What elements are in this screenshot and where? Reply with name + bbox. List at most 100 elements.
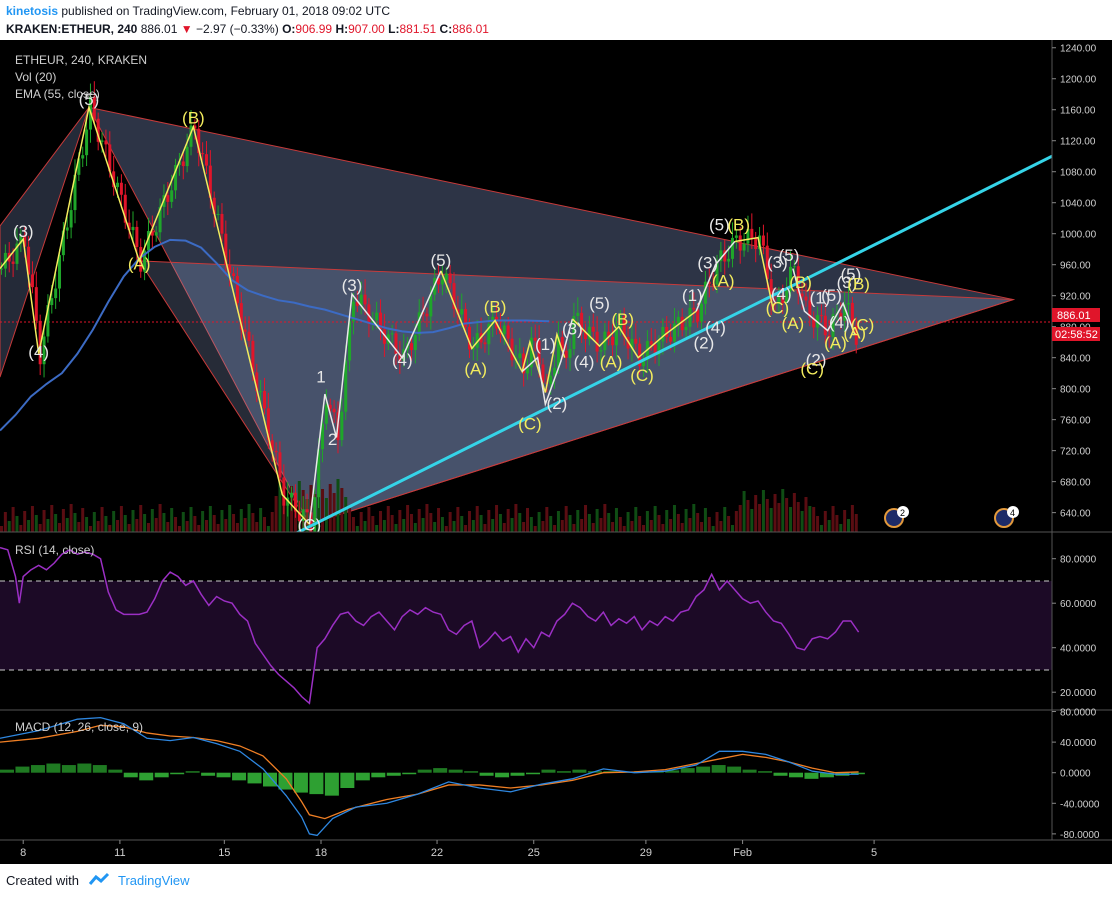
volume-bar: [146, 523, 150, 532]
volume-bar: [831, 506, 835, 532]
candle-body: [282, 477, 286, 506]
volume-bar: [738, 505, 742, 532]
wave-label: (B): [484, 298, 507, 317]
volume-bar: [502, 523, 506, 532]
time-tick-label: Feb: [733, 847, 752, 859]
volume-bar: [92, 512, 96, 532]
candle-body: [247, 331, 251, 341]
macd-histogram-bar: [727, 766, 742, 773]
footer: Created with TradingView: [0, 864, 1112, 897]
wave-label: (A): [712, 271, 735, 290]
macd-histogram-bar: [139, 772, 154, 781]
symbol-title: KRAKEN:ETHEUR, 240: [6, 22, 138, 36]
macd-tick-label: -80.0000: [1060, 830, 1100, 841]
volume-bar: [19, 525, 23, 532]
candle-body: [54, 288, 58, 299]
macd-histogram-bar: [170, 772, 185, 775]
candle-body: [332, 408, 336, 413]
close-label: C:: [439, 22, 453, 36]
volume-bar: [665, 510, 669, 532]
volume-bar: [112, 511, 116, 532]
candle-body: [185, 146, 189, 167]
tradingview-link[interactable]: TradingView: [118, 873, 190, 888]
volume-bar: [607, 513, 611, 532]
wave-label: (A): [128, 254, 151, 273]
price-tick-label: 1120.00: [1060, 137, 1096, 148]
macd-histogram-bar: [15, 766, 30, 773]
volume-bar: [526, 508, 529, 532]
author-link[interactable]: kinetosis: [6, 4, 58, 18]
volume-bar: [634, 507, 638, 532]
volume-bar: [491, 519, 495, 532]
volume-bar: [642, 525, 646, 532]
candle-body: [444, 273, 448, 280]
volume-bar: [769, 508, 773, 532]
candle-body: [738, 235, 742, 251]
candle-body: [576, 312, 580, 317]
volume-bar: [456, 507, 460, 532]
volume-bar: [727, 516, 731, 532]
volume-bar: [143, 514, 147, 532]
price-tick-label: 920.00: [1060, 292, 1091, 303]
symbol-quote-line: KRAKEN:ETHEUR, 240 886.01 ▼ −2.97 (−0.33…: [6, 22, 489, 36]
volume-legend: Vol (20): [15, 70, 56, 84]
macd-histogram-bar: [386, 772, 401, 776]
candle-body: [181, 161, 185, 167]
volume-bar: [847, 519, 851, 532]
volume-bar: [77, 522, 81, 532]
volume-bar: [754, 495, 758, 532]
candle-body: [259, 390, 263, 392]
candle-body: [754, 238, 758, 250]
chart-canvas[interactable]: (3) (4) (5) (A) (B) (C) 1 2 (3) (4) (5) (A) (B) (1) (2…: [0, 40, 1112, 864]
candle-body: [518, 353, 522, 359]
volume-bar: [572, 524, 576, 532]
macd-histogram-bar: [526, 772, 540, 775]
candle-body: [390, 333, 394, 335]
volume-bar: [263, 517, 266, 532]
macd-histogram-bar: [278, 772, 293, 790]
candle-body: [34, 287, 38, 321]
candle-body: [676, 316, 680, 324]
macd-histogram-bar: [572, 769, 587, 773]
macd-histogram-bar: [433, 768, 448, 773]
volume-bar: [568, 515, 572, 532]
volume-bar: [603, 504, 607, 532]
candle-body: [50, 298, 54, 306]
macd-histogram-bar: [123, 772, 138, 778]
price-tick-label: 960.00: [1060, 261, 1091, 272]
volume-bar: [564, 506, 568, 532]
candle-body: [692, 307, 696, 310]
price-tick-label: 1200.00: [1060, 75, 1097, 86]
wave-label: (3): [562, 319, 583, 338]
volume-bar: [765, 499, 769, 532]
volume-bar: [406, 505, 410, 532]
volume-bar: [533, 526, 537, 532]
volume-bar: [580, 519, 584, 532]
volume-bar: [711, 526, 715, 532]
time-tick-label: 18: [315, 847, 327, 859]
candle-body: [684, 326, 688, 331]
publication-header: kinetosis published on TradingView.com, …: [0, 0, 1112, 40]
volume-bar: [792, 493, 796, 532]
volume-bar: [274, 496, 278, 532]
candle-body: [750, 228, 754, 239]
created-with-text: Created with: [6, 873, 79, 888]
volume-bar: [88, 526, 92, 532]
volume-bar: [61, 509, 65, 532]
candle-body: [502, 325, 506, 335]
volume-bar: [734, 511, 738, 532]
macd-histogram-bar: [696, 766, 711, 773]
candle-body: [135, 226, 139, 247]
candle-body: [100, 140, 104, 142]
macd-histogram-bar: [61, 765, 76, 773]
volume-bar: [382, 520, 386, 532]
volume-bar: [672, 505, 676, 532]
candle-body: [104, 140, 108, 145]
candle-body: [30, 274, 34, 288]
volume-bar: [81, 508, 85, 532]
volume-bar: [270, 512, 274, 532]
volume-bar: [394, 524, 398, 532]
volume-bar: [514, 504, 518, 532]
wave-label: (2): [547, 394, 568, 413]
volume-bar: [495, 505, 499, 532]
